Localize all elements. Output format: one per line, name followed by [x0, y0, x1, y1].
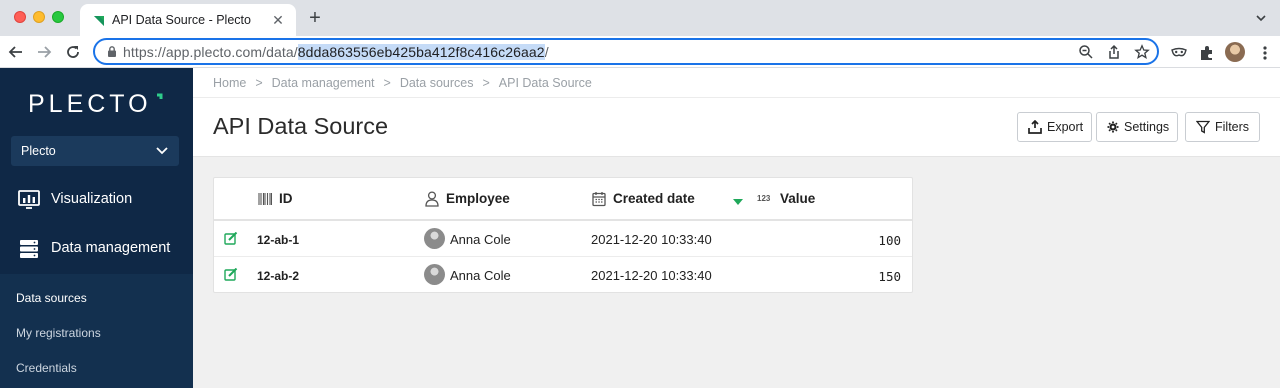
page-header: Home > Data management > Data sources > API Da…: [193, 68, 1280, 157]
breadcrumb-separator: >: [383, 76, 391, 90]
filters-button[interactable]: Filters: [1185, 112, 1260, 142]
sidebar-item-label: Data management: [51, 240, 171, 256]
cell-created-date: 2021-12-20 10:33:40: [591, 232, 712, 247]
page-title: API Data Source: [213, 113, 389, 139]
browser-menu-icon[interactable]: [1256, 44, 1274, 62]
number-type-icon: 123: [757, 194, 771, 203]
cell-id: 12-ab-2: [257, 269, 300, 283]
sidebar: PLECTO Plecto Visualization Data managem…: [0, 68, 193, 388]
browser-tab-strip: API Data Source - Plecto ✕ +: [0, 0, 1280, 36]
url-selected-id: 8dda863556eb425ba412f8c416c26aa2: [297, 44, 545, 60]
export-button-label: Export: [1047, 120, 1084, 134]
column-header-value[interactable]: Value: [780, 191, 815, 206]
company-selector[interactable]: Plecto: [11, 136, 179, 166]
breadcrumb-separator: >: [255, 76, 263, 90]
cell-value: 150: [878, 269, 901, 284]
user-icon: [425, 191, 439, 207]
close-tab-icon[interactable]: ✕: [270, 12, 286, 28]
extension-mask-icon[interactable]: [1170, 44, 1188, 62]
logo-accent-icon: [157, 93, 163, 99]
breadcrumb-data-sources[interactable]: Data sources: [400, 76, 474, 90]
table-row[interactable]: 12-ab-2 Anna Cole 2021-12-20 10:33:40 15…: [214, 257, 912, 293]
column-header-created-date[interactable]: Created date: [613, 191, 695, 206]
sidebar-item-data-management[interactable]: Data management: [0, 225, 193, 273]
new-tab-button[interactable]: +: [305, 8, 325, 28]
export-button[interactable]: Export: [1017, 112, 1092, 142]
forward-arrow-icon: [38, 46, 52, 58]
company-selector-label: Plecto: [21, 144, 56, 158]
breadcrumb-current: API Data Source: [498, 76, 592, 90]
browser-tab[interactable]: API Data Source - Plecto ✕: [80, 4, 296, 36]
filters-button-label: Filters: [1215, 120, 1250, 134]
export-icon: [1028, 120, 1042, 134]
header-divider: [193, 97, 1280, 98]
submenu-item-data-sources[interactable]: Data sources: [16, 291, 87, 305]
reload-button[interactable]: [62, 41, 84, 63]
database-icon: [20, 240, 38, 258]
cell-value: 100: [878, 233, 901, 248]
zoom-icon[interactable]: [1078, 44, 1094, 60]
close-window-button[interactable]: [14, 11, 26, 23]
breadcrumb: Home > Data management > Data sources > API Da…: [213, 76, 592, 90]
submenu-item-my-registrations[interactable]: My registrations: [16, 326, 101, 340]
minimize-window-button[interactable]: [33, 11, 45, 23]
submenu-item-credentials[interactable]: Credentials: [16, 361, 77, 375]
filter-funnel-icon: [1196, 120, 1210, 134]
table-header-row: ID Employee Created date 123 Value: [214, 178, 912, 221]
settings-button-label: Settings: [1124, 120, 1170, 134]
url-text[interactable]: https://app.plecto.com/data/8dda863556eb…: [123, 44, 549, 60]
avatar: [424, 228, 445, 249]
share-icon[interactable]: [1106, 44, 1122, 60]
edit-icon[interactable]: [224, 268, 238, 281]
breadcrumb-home[interactable]: Home: [213, 76, 246, 90]
back-button[interactable]: [5, 41, 27, 63]
avatar: [424, 264, 445, 285]
bookmark-star-icon[interactable]: [1134, 44, 1150, 60]
tab-title: API Data Source - Plecto: [112, 13, 251, 27]
cell-created-date: 2021-12-20 10:33:40: [591, 268, 712, 283]
url-prefix: https://app.plecto.com/data/: [123, 44, 298, 60]
reload-icon: [67, 46, 79, 58]
cell-employee: Anna Cole: [450, 268, 511, 283]
breadcrumb-data-management[interactable]: Data management: [272, 76, 375, 90]
data-table: ID Employee Created date 123 Value 12-ab…: [213, 177, 913, 293]
calendar-icon: [592, 192, 606, 207]
chevron-down-icon: [156, 147, 168, 155]
logo-text: PLECTO: [28, 90, 152, 118]
gear-icon: [1107, 121, 1119, 133]
sidebar-item-visualization[interactable]: Visualization: [0, 176, 193, 224]
settings-button[interactable]: Settings: [1096, 112, 1178, 142]
chart-icon: [18, 190, 40, 209]
barcode-icon: [258, 193, 272, 205]
column-header-id[interactable]: ID: [279, 191, 293, 206]
address-bar[interactable]: https://app.plecto.com/data/8dda863556eb…: [93, 38, 1159, 65]
plecto-favicon-icon: [94, 16, 104, 26]
extensions-puzzle-icon[interactable]: [1198, 44, 1216, 62]
tab-search-chevron-icon[interactable]: [1254, 11, 1268, 25]
cell-employee: Anna Cole: [450, 232, 511, 247]
browser-toolbar: https://app.plecto.com/data/8dda863556eb…: [0, 36, 1280, 68]
breadcrumb-separator: >: [482, 76, 490, 90]
back-arrow-icon: [8, 46, 22, 58]
profile-avatar[interactable]: [1225, 42, 1245, 62]
url-suffix: /: [544, 44, 549, 60]
sort-descending-icon[interactable]: [733, 199, 743, 205]
cell-id: 12-ab-1: [257, 233, 300, 247]
maximize-window-button[interactable]: [52, 11, 64, 23]
edit-icon[interactable]: [224, 232, 238, 245]
lock-icon[interactable]: [107, 45, 117, 58]
table-row[interactable]: 12-ab-1 Anna Cole 2021-12-20 10:33:40 10…: [214, 221, 912, 257]
forward-button[interactable]: [33, 41, 55, 63]
data-management-submenu: Data sources My registrations Credential…: [0, 274, 193, 388]
plecto-logo[interactable]: PLECTO: [28, 90, 152, 119]
sidebar-item-label: Visualization: [51, 191, 133, 207]
main-content: Home > Data management > Data sources > API Da…: [193, 68, 1280, 388]
column-header-employee[interactable]: Employee: [446, 191, 510, 206]
